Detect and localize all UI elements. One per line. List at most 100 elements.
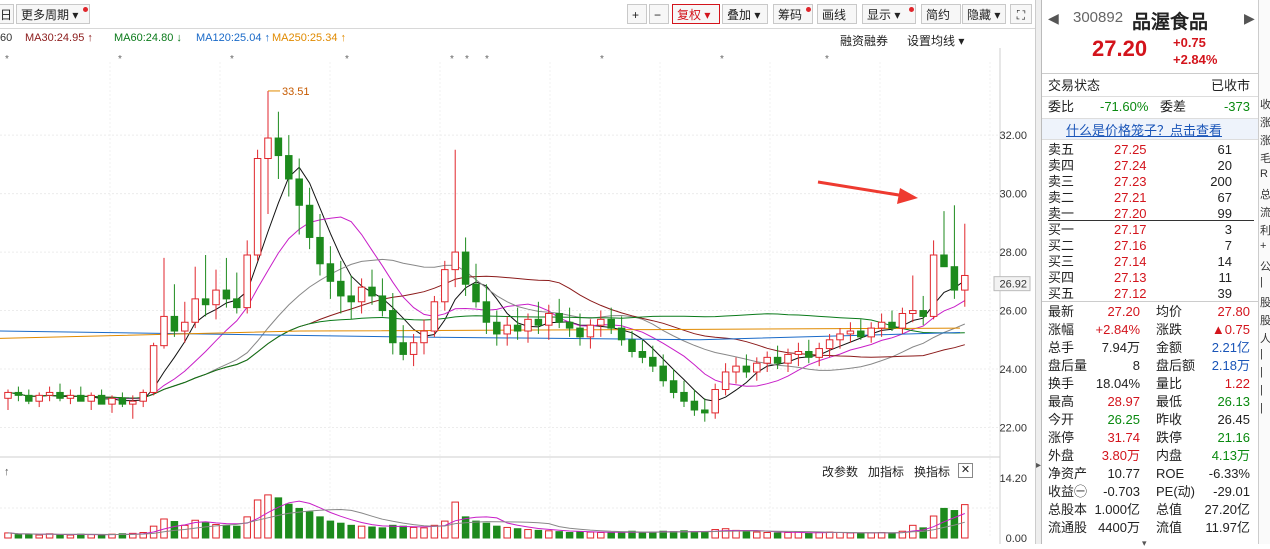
candle-body (35, 394, 43, 402)
volume-bar (545, 530, 553, 539)
volume-bar (305, 511, 314, 539)
edge-label: 涨 (1260, 117, 1270, 129)
prev-stock-icon[interactable]: ◀ (1048, 10, 1059, 27)
candle-body (389, 310, 397, 344)
volume-bar (649, 531, 657, 539)
candle-body (212, 289, 220, 306)
candle-body (441, 269, 449, 303)
price-cage-link[interactable]: 什么是价格笼子？点击查看 (1066, 120, 1222, 139)
add-indicator-button[interactable]: 加指标 (868, 463, 904, 480)
ask-row[interactable]: 卖二 27.21 67 (1048, 190, 1254, 206)
event-marker-icon: * (230, 54, 234, 65)
volume-bar (316, 516, 324, 539)
next-stock-icon[interactable]: ▶ (1244, 10, 1255, 27)
candle-body (690, 400, 699, 411)
volume-bar (430, 524, 439, 539)
close-icon[interactable]: ✕ (958, 463, 973, 478)
candle-body (181, 321, 189, 332)
volume-bar (576, 531, 584, 539)
candle-body (794, 351, 803, 355)
candle-body (451, 251, 459, 271)
volume-bar (368, 526, 376, 539)
volume-bar (87, 534, 95, 539)
candle-body (524, 318, 532, 332)
candle-body (87, 394, 95, 402)
ask-row[interactable]: 卖三 27.23 200 (1048, 174, 1254, 190)
annotation-arrow-icon (897, 188, 918, 204)
candle-body (545, 312, 553, 326)
stat-row: 总手 7.94万 金额 2.21亿 (1048, 340, 1250, 355)
volume-params-button[interactable]: 改参数 (822, 463, 858, 480)
volume-bar (846, 532, 855, 539)
candle-body (628, 339, 636, 353)
candle-body (711, 389, 719, 414)
volume-bar (617, 531, 626, 539)
price-change: +0.75 (1173, 35, 1206, 50)
stat-row: 外盘 3.80万 内盘 4.13万 (1048, 448, 1250, 463)
volume-bar (607, 532, 615, 539)
candle-body (940, 254, 948, 268)
price-change-pct: +2.84% (1173, 52, 1218, 67)
candle-body (909, 310, 917, 314)
candle-body (274, 137, 283, 157)
bid-row[interactable]: 买三 27.14 14 (1048, 254, 1254, 270)
event-marker-icon: * (720, 54, 724, 65)
candle-body (399, 342, 407, 355)
volume-bar (420, 527, 428, 539)
candle-body (66, 394, 75, 399)
event-marker-icon: * (5, 54, 9, 65)
edge-label: + (1260, 240, 1267, 252)
edge-label: | (1260, 276, 1263, 288)
side-panel-clipped: 收涨涨毛 R 总流利 + 公 | 股股人 | | | | (1258, 0, 1270, 544)
candle-body (503, 324, 511, 335)
stock-name: 品渥食品 (1132, 12, 1209, 33)
volume-bar (4, 532, 12, 539)
candle-body (732, 365, 740, 373)
candle-body (368, 286, 376, 297)
bid-row[interactable]: 买一 27.17 3 (1048, 222, 1254, 238)
volume-marker-icon: ↑ (4, 466, 10, 478)
candle-body (576, 327, 584, 338)
bid-row[interactable]: 买五 27.12 39 (1048, 286, 1254, 302)
price-tick-label: 28.00 (999, 247, 1027, 259)
candle-body (295, 178, 303, 206)
candle-body (565, 321, 574, 329)
candle-body (77, 394, 85, 402)
volume-bar (784, 532, 792, 539)
stat-row: 净资产 10.77 ROE -6.33% (1048, 466, 1250, 481)
ask-row[interactable]: 卖四 27.24 20 (1048, 158, 1254, 174)
bid-row[interactable]: 买二 27.16 7 (1048, 238, 1254, 254)
edge-label: 收 (1260, 99, 1270, 111)
switch-indicator-button[interactable]: 换指标 (914, 463, 950, 480)
bid-row[interactable]: 买四 27.13 11 (1048, 270, 1254, 286)
quote-panel: ◀ 300892 品渥食品 ▶ 27.20 +0.75 +2.84% 交易状态 … (1041, 0, 1258, 548)
volume-bar (597, 532, 605, 539)
event-marker-icon: * (600, 54, 604, 65)
stat-row: 涨幅 +2.84% 涨跌 ▲0.75 (1048, 322, 1250, 337)
volume-bar (763, 532, 771, 539)
candle-body (805, 351, 813, 358)
volume-bar (586, 531, 595, 539)
candle-body (4, 391, 12, 399)
volume-bar (669, 531, 678, 539)
candle-body (233, 298, 241, 309)
volume-bar (555, 531, 563, 539)
candle-body (482, 301, 491, 323)
candle-body (409, 342, 418, 355)
candle-body (784, 353, 792, 364)
volume-bar (534, 529, 543, 539)
candle-body (191, 298, 199, 323)
volume-bar (222, 524, 231, 539)
price-tick-label: 30.00 (999, 189, 1027, 201)
candle-body (763, 356, 771, 364)
volume-bar (857, 532, 865, 539)
volume-bar (389, 524, 397, 539)
candle-body (56, 391, 64, 399)
ask-row[interactable]: 卖五 27.25 61 (1048, 142, 1254, 158)
candle-body (357, 286, 366, 303)
edge-label: | (1260, 384, 1263, 396)
edge-label: 流 (1260, 207, 1270, 219)
stat-row: 最新 27.20 均价 27.80 (1048, 304, 1250, 319)
candle-body (898, 312, 907, 329)
candle-body (888, 321, 896, 329)
